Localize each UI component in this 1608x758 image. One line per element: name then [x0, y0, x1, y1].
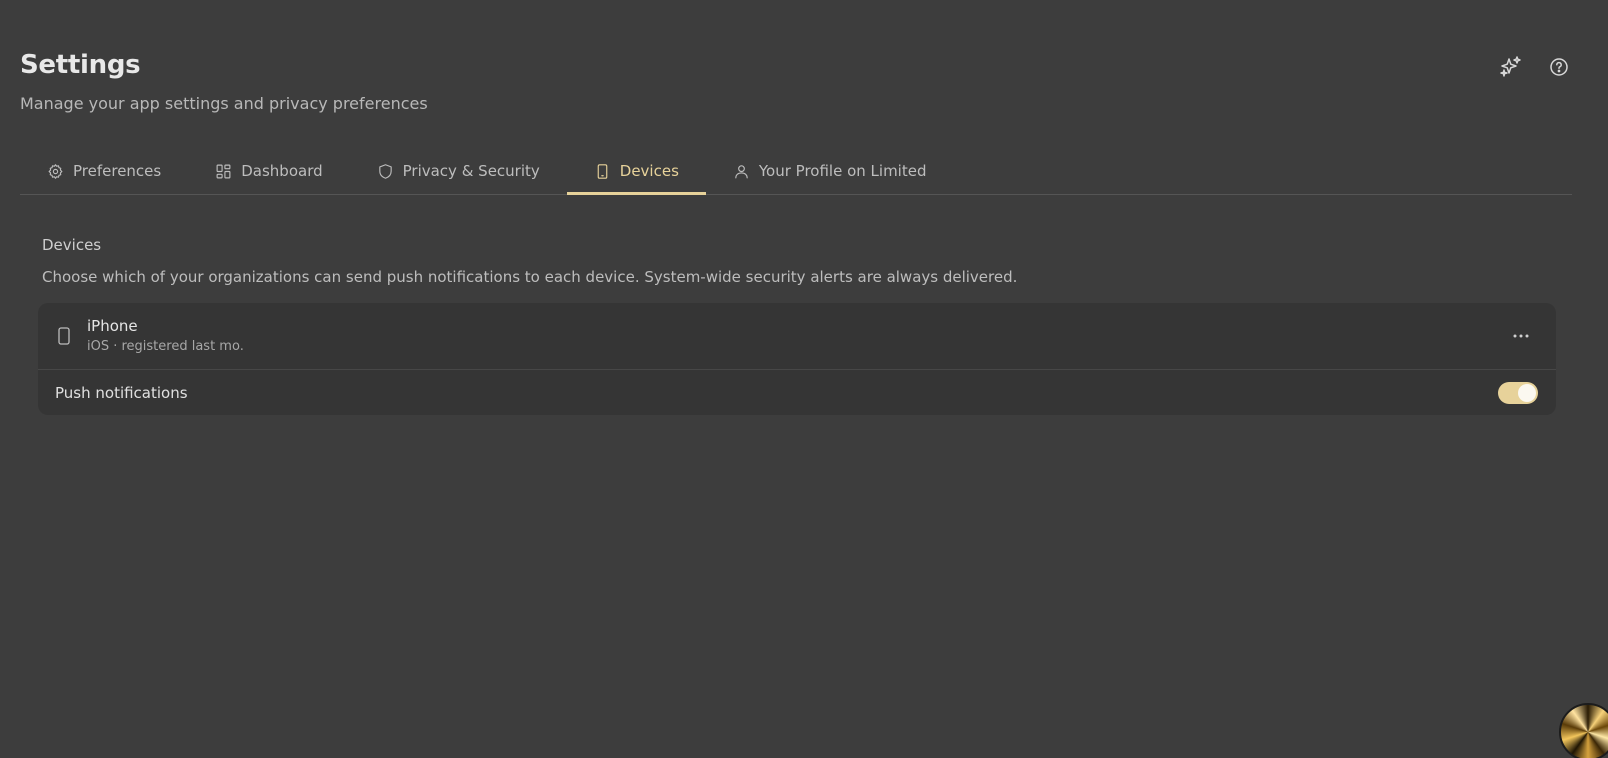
tab-preferences[interactable]: Preferences [20, 148, 188, 194]
push-notifications-label: Push notifications [55, 384, 188, 402]
phone-icon [597, 163, 608, 179]
grid-icon [216, 164, 231, 178]
more-horizontal-icon [1513, 334, 1529, 338]
push-notifications-toggle[interactable] [1498, 382, 1538, 404]
tab-your-profile[interactable]: Your Profile on Limited [706, 148, 954, 194]
header-actions [1498, 54, 1572, 80]
settings-page: Settings Manage your app settings and pr… [0, 0, 1608, 758]
page-subtitle: Manage your app settings and privacy pre… [20, 94, 428, 113]
help-circle-icon [1550, 58, 1568, 76]
sparkles-icon [1500, 56, 1521, 77]
push-notifications-row: Push notifications [38, 370, 1556, 415]
section-title: Devices [42, 236, 102, 254]
shield-icon [378, 163, 392, 179]
floating-assistant-button[interactable] [1559, 703, 1608, 758]
tab-label: Devices [619, 162, 679, 180]
device-meta: iOS · registered last mo. [87, 339, 244, 354]
tab-label: Preferences [73, 162, 162, 180]
tab-privacy-security[interactable]: Privacy & Security [350, 148, 567, 194]
tab-devices[interactable]: Devices [566, 148, 707, 195]
ai-assistant-button[interactable] [1498, 54, 1524, 80]
tab-label: Privacy & Security [402, 162, 540, 180]
tab-dashboard[interactable]: Dashboard [188, 148, 349, 194]
tab-label: Dashboard [241, 162, 323, 180]
help-button[interactable] [1546, 54, 1572, 80]
device-info: iPhone iOS · registered last mo. [87, 317, 244, 354]
device-name: iPhone [87, 317, 138, 335]
page-header: Settings Manage your app settings and pr… [20, 50, 428, 113]
device-more-button[interactable] [1510, 325, 1532, 347]
device-row: iPhone iOS · registered last mo. [38, 303, 1556, 370]
section-description: Choose which of your organizations can s… [42, 268, 1018, 286]
gear-icon [48, 163, 63, 179]
devices-section: Devices Choose which of your organizatio… [42, 236, 1557, 286]
phone-icon [58, 327, 70, 345]
toggle-knob [1518, 384, 1536, 402]
page-title: Settings [20, 50, 141, 80]
user-icon [735, 164, 748, 178]
tab-label: Your Profile on Limited [758, 162, 927, 180]
device-card: iPhone iOS · registered last mo. Push no… [38, 303, 1556, 415]
settings-tabs: Preferences Dashboard Privacy & Security… [20, 148, 1572, 195]
